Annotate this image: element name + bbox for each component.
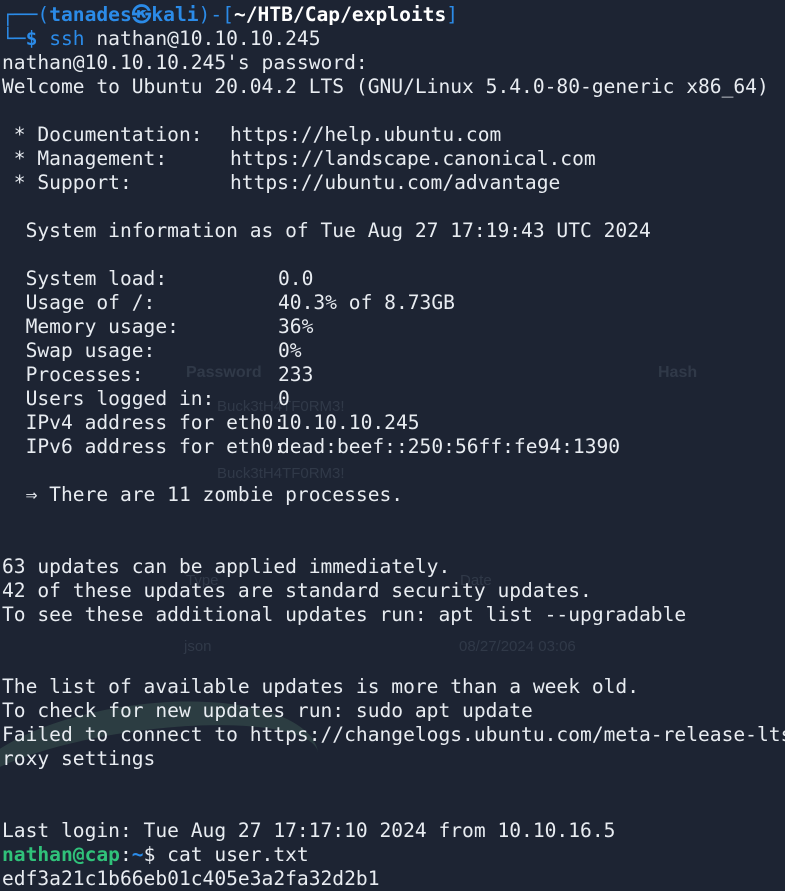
password-prompt: nathan@10.10.10.245's password: [2, 51, 368, 74]
sysinfo-system-load: System load: 0.0 [2, 267, 785, 291]
sysinfo-ipv4: IPv4 address for eth0:10.10.10.245 [2, 411, 785, 435]
sysinfo-value: 0% [278, 339, 302, 362]
command-name: ssh [49, 27, 85, 50]
sysinfo-value: 0 [278, 387, 290, 410]
flag-output[interactable]: edf3a21c1b66eb01c405e3a2fa32d2b1 [2, 867, 785, 891]
sysinfo-value: 10.10.10.245 [278, 411, 420, 434]
prompt-frame-close: ] [446, 3, 459, 26]
nathan-user-host: nathan@cap [2, 843, 120, 866]
link-management: * Management: https://landscape.canonical… [2, 147, 785, 171]
link-label: * Support: [2, 171, 132, 194]
zombie-notice: ⇒ There are 11 zombie processes. [2, 483, 404, 506]
updates-line-2: 42 of these updates are standard securit… [2, 579, 592, 602]
updates-line-3: To see these additional updates run: apt… [2, 603, 687, 626]
sysinfo-processes: Processes: 233 [2, 363, 785, 387]
last-login-line: Last login: Tue Aug 27 17:17:10 2024 fro… [2, 819, 616, 842]
sysinfo-header: System information as of Tue Aug 27 17:1… [2, 219, 651, 242]
sysinfo-value: dead:beef::250:56ff:fe94:1390 [278, 435, 621, 458]
nathan-tilde: ~ [131, 843, 144, 866]
sysinfo-swap-usage: Swap usage: 0% [2, 339, 785, 363]
terminal-window[interactable]: Password Hash Buck3tH4TF0RM3! Buck3tH4TF… [0, 0, 785, 891]
sysinfo-value: 40.3% of 8.73GB [278, 291, 455, 314]
release-line-3: Failed to connect to https://changelogs.… [2, 723, 785, 746]
sysinfo-key: Processes: [2, 363, 144, 386]
sysinfo-disk-usage: Usage of /: 40.3% of 8.73GB [2, 291, 785, 315]
sysinfo-memory-usage: Memory usage: 36% [2, 315, 785, 339]
sysinfo-value: 0.0 [278, 267, 314, 290]
sysinfo-ipv6: IPv6 address for eth0:dead:beef::250:56f… [2, 435, 785, 459]
sysinfo-key: Swap usage: [2, 339, 156, 362]
updates-line-1: 63 updates can be applied immediately. [2, 555, 451, 578]
sysinfo-key: Usage of /: [2, 291, 156, 314]
kali-prompt-line: ┌──(tanades㉿kali)-[~/HTB/Cap/exploits] [2, 3, 785, 27]
sysinfo-key: IPv6 address for eth0: [2, 435, 286, 458]
prompt-path: ~/HTB/Cap/exploits [233, 3, 447, 26]
prompt-user-host: tanades㉿kali [49, 3, 199, 26]
link-url: https://help.ubuntu.com [230, 123, 502, 146]
sysinfo-value: 233 [278, 363, 314, 386]
link-label: * Documentation: [2, 123, 203, 146]
release-line-2: To check for new updates run: sudo apt u… [2, 699, 533, 722]
prompt-dollar: $ [25, 27, 38, 50]
command-args: nathan@10.10.10.245 [84, 27, 321, 50]
release-line-4: roxy settings [2, 747, 156, 770]
sysinfo-key: System load: [2, 267, 168, 290]
sysinfo-users-logged-in: Users logged in: 0 [2, 387, 785, 411]
link-label: * Management: [2, 147, 168, 170]
release-line-1: The list of available updates is more th… [2, 675, 640, 698]
nathan-dollar: $ [143, 843, 156, 866]
sysinfo-key: Users logged in: [2, 387, 215, 410]
prompt-corner: └─ [2, 27, 26, 50]
nathan-prompt-line: nathan@cap:~$ cat user.txt [2, 843, 785, 867]
prompt-frame-open: ┌──( [2, 3, 50, 26]
nathan-command: cat user.txt [155, 843, 309, 866]
link-url: https://landscape.canonical.com [230, 147, 596, 170]
ssh-command-line: └─$ ssh nathan@10.10.10.245 [2, 27, 785, 51]
welcome-line: Welcome to Ubuntu 20.04.2 LTS (GNU/Linux… [2, 75, 769, 98]
prompt-frame-mid: )-[ [198, 3, 234, 26]
sysinfo-key: Memory usage: [2, 315, 179, 338]
sysinfo-value: 36% [278, 315, 314, 338]
link-documentation: * Documentation: https://help.ubuntu.com [2, 123, 785, 147]
link-support: * Support: https://ubuntu.com/advantage [2, 171, 785, 195]
sysinfo-key: IPv4 address for eth0: [2, 411, 286, 434]
link-url: https://ubuntu.com/advantage [230, 171, 561, 194]
terminal-output: ┌──(tanades㉿kali)-[~/HTB/Cap/exploits] └… [2, 3, 785, 891]
nathan-colon: : [119, 843, 132, 866]
